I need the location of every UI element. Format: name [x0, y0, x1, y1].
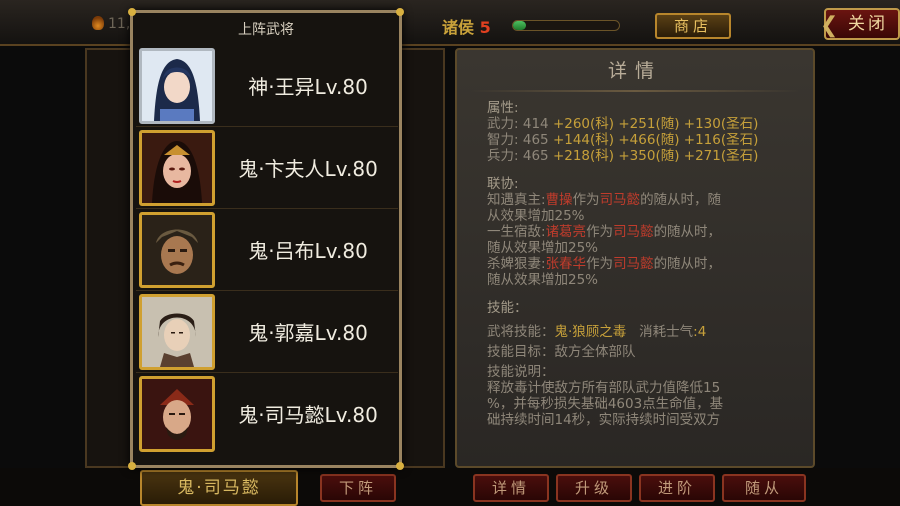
- link-post: 的随从时，: [653, 224, 722, 240]
- attr-header: 属性:: [487, 100, 519, 116]
- selected-hero-tag[interactable]: 鬼·司马懿: [140, 470, 298, 506]
- frame-corner-ornament: [396, 8, 404, 16]
- stat-label: 兵力:: [487, 148, 519, 164]
- link-2: 一生宿敌:诸葛亮作为司马懿的随从时，: [487, 224, 807, 240]
- title-divider: [471, 90, 799, 92]
- skill-name: 鬼·狼顾之毒: [554, 324, 627, 340]
- stat-base: 414: [522, 116, 549, 132]
- skill-name-label: 武将技能：: [487, 324, 555, 340]
- link-hero: 曹操: [545, 192, 573, 208]
- hero-row-1[interactable]: 神·王异Lv.80: [136, 45, 398, 127]
- morale-label: 消耗士气: [639, 324, 694, 340]
- flame-icon: [92, 16, 104, 30]
- detail-content: 属性: 武力: 414 +260(科) +251(随) +130(圣石) 智力:…: [487, 100, 807, 428]
- shop-button[interactable]: 商店: [655, 13, 731, 39]
- link-mid: 作为: [586, 256, 614, 272]
- frame-corner-ornament: [128, 462, 136, 470]
- hero-name: 神·王异Lv.80: [248, 75, 368, 99]
- lord-label: 诸侯: [442, 18, 475, 37]
- detail-tab-button[interactable]: 详情: [473, 474, 549, 502]
- link-1-effect: 从效果增加25%: [487, 208, 585, 224]
- hero-portrait: [139, 48, 215, 124]
- stat-bonus-stone: +271(圣石): [683, 148, 759, 164]
- link-header: 联协:: [487, 176, 519, 192]
- link-mid: 作为: [586, 224, 614, 240]
- exp-progress-bar: [512, 20, 620, 31]
- target-value: 敌方全体部队: [554, 344, 636, 360]
- hero-row-3[interactable]: 鬼·吕布Lv.80: [136, 209, 398, 291]
- hero-row-5[interactable]: 鬼·司马懿Lv.80: [136, 373, 398, 455]
- stat-bonus-tech: +218(科): [552, 148, 615, 164]
- skill-desc-line: %，并每秒损失基础4603点生命值，基: [487, 396, 724, 412]
- follower-button[interactable]: 随从: [722, 474, 806, 502]
- hero-portrait: [139, 294, 215, 370]
- link-mid: 作为: [572, 192, 600, 208]
- skill-desc-line: 础持续时间14秒，实际持续时间受双方: [487, 412, 721, 428]
- hero-portrait: [139, 130, 215, 206]
- link-hero: 张春华: [545, 256, 587, 272]
- skill-desc-line: 释放毒计使敌方所有部队武力值降低15: [487, 380, 721, 396]
- advance-button[interactable]: 进阶: [639, 474, 715, 502]
- detail-panel: 详情 属性: 武力: 414 +260(科) +251(随) +130(圣石) …: [455, 48, 815, 468]
- link-name: 知遇真主:: [487, 192, 546, 208]
- deployed-heroes-popup: 上阵武将 神·王异Lv.80 鬼·卞夫人Lv.80 鬼·吕布Lv.80 鬼·郭嘉…: [128, 8, 404, 470]
- skill-header: 技能：: [487, 300, 528, 316]
- skill-desc-label: 技能说明：: [487, 364, 555, 380]
- stat-bonus-follower: +350(随): [618, 148, 680, 164]
- stat-bonus-stone: +130(圣石): [683, 116, 759, 132]
- frame-corner-ornament: [128, 8, 136, 16]
- link-2-effect: 随从效果增加25%: [487, 240, 599, 256]
- close-button[interactable]: 关闭: [820, 8, 900, 40]
- exp-progress-fill: [513, 21, 526, 30]
- stat-bonus-tech: +260(科): [552, 116, 615, 132]
- hero-name: 鬼·郭嘉Lv.80: [248, 321, 368, 345]
- link-target: 司马懿: [599, 192, 641, 208]
- stat-base: 465: [522, 132, 549, 148]
- stat-zhi: 智力: 465 +144(科) +466(随) +116(圣石): [487, 132, 807, 148]
- hero-name: 鬼·吕布Lv.80: [248, 239, 368, 263]
- lord-level: 诸侯 5: [442, 14, 491, 38]
- hero-name: 鬼·司马懿Lv.80: [238, 403, 378, 427]
- link-target: 司马懿: [613, 224, 654, 240]
- popup-title: 上阵武将: [238, 22, 294, 38]
- link-3: 杀婢狠妻:张春华作为司马懿的随从时，: [487, 256, 807, 272]
- stat-bonus-stone: +116(圣石): [683, 132, 759, 148]
- detail-title: 详情: [607, 60, 662, 82]
- stat-bonus-follower: +251(随): [618, 116, 680, 132]
- stat-label: 智力:: [487, 132, 519, 148]
- stat-base: 465: [522, 148, 549, 164]
- link-name: 一生宿敌:: [487, 224, 546, 240]
- morale-value: :4: [693, 324, 707, 340]
- skill-target-row: 技能目标：敌方全体部队: [487, 344, 807, 360]
- stat-bonus-follower: +466(随): [618, 132, 680, 148]
- link-target: 司马懿: [613, 256, 654, 272]
- close-label: 关闭: [848, 14, 888, 34]
- hero-row-4[interactable]: 鬼·郭嘉Lv.80: [136, 291, 398, 373]
- stat-bing: 兵力: 465 +218(科) +350(随) +271(圣石): [487, 148, 807, 164]
- stat-bonus-tech: +144(科): [552, 132, 615, 148]
- hero-name: 鬼·卞夫人Lv.80: [238, 157, 378, 181]
- link-name: 杀婢狠妻:: [487, 256, 546, 272]
- stat-label: 武力:: [487, 116, 519, 132]
- hero-row-2[interactable]: 鬼·卞夫人Lv.80: [136, 127, 398, 209]
- stat-wu: 武力: 414 +260(科) +251(随) +130(圣石): [487, 116, 807, 132]
- link-hero: 诸葛亮: [545, 224, 587, 240]
- lord-level-value: 5: [479, 18, 491, 37]
- link-1: 知遇真主:曹操作为司马懿的随从时，随: [487, 192, 807, 208]
- target-label: 技能目标：: [487, 344, 555, 360]
- link-post: 的随从时，: [653, 256, 722, 272]
- upgrade-button[interactable]: 升级: [556, 474, 632, 502]
- link-post: 的随从时，随: [640, 192, 722, 208]
- unassign-button[interactable]: 下阵: [320, 474, 396, 502]
- hero-portrait: [139, 376, 215, 452]
- skill-name-row: 武将技能：鬼·狼顾之毒 消耗士气:4: [487, 324, 807, 340]
- frame-corner-ornament: [396, 462, 404, 470]
- hero-portrait: [139, 212, 215, 288]
- link-3-effect: 随从效果增加25%: [487, 272, 599, 288]
